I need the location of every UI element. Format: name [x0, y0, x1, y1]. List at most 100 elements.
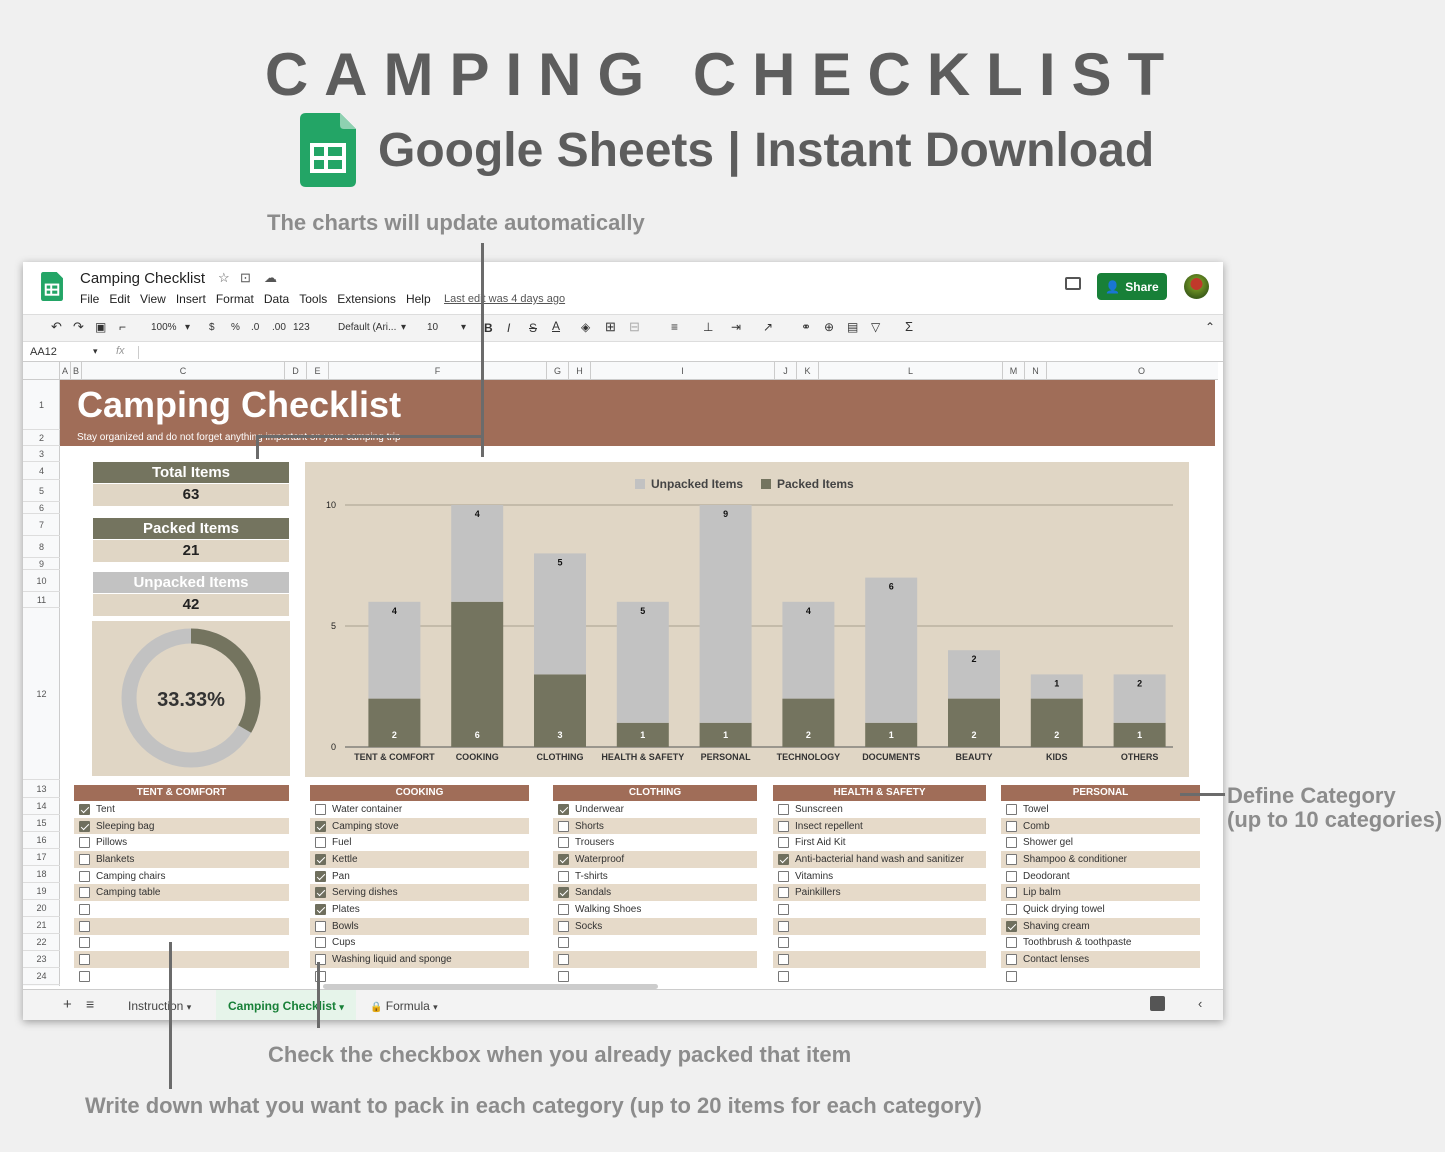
packed-checkbox[interactable] [558, 853, 569, 865]
packed-checkbox[interactable] [778, 853, 789, 865]
menu-tools[interactable]: Tools [299, 292, 327, 306]
menu-insert[interactable]: Insert [176, 292, 206, 306]
row-header-6[interactable]: 6 [23, 502, 60, 514]
item-label[interactable]: Underwear [575, 804, 624, 815]
row-header-19[interactable]: 19 [23, 883, 60, 900]
add-sheet-button[interactable]: + [63, 996, 72, 1013]
item-label[interactable]: Painkillers [795, 887, 841, 898]
share-button[interactable]: 👤 Share [1097, 273, 1167, 300]
menu-help[interactable]: Help [406, 292, 431, 306]
column-header-b[interactable]: B [71, 362, 82, 380]
packed-checkbox[interactable] [79, 887, 90, 899]
row-header-8[interactable]: 8 [23, 536, 60, 558]
row-header-9[interactable]: 9 [23, 558, 60, 570]
item-label[interactable]: Bowls [332, 921, 359, 932]
packed-checkbox[interactable] [315, 820, 326, 832]
item-label[interactable]: Pan [332, 871, 350, 882]
row-header-11[interactable]: 11 [23, 592, 60, 608]
packed-checkbox[interactable] [778, 887, 789, 899]
item-label[interactable]: Sunscreen [795, 804, 843, 815]
functions-button[interactable]: Σ [905, 319, 913, 334]
item-label[interactable]: Towel [1023, 804, 1049, 815]
row-header-10[interactable]: 10 [23, 570, 60, 592]
packed-checkbox[interactable] [315, 937, 326, 949]
row-header-18[interactable]: 18 [23, 866, 60, 883]
last-edit-link[interactable]: Last edit was 4 days ago [444, 293, 565, 305]
name-box[interactable]: AA12 [30, 346, 57, 358]
item-label[interactable]: Sandals [575, 887, 611, 898]
category-header[interactable]: HEALTH & SAFETY [773, 785, 986, 801]
row-header-17[interactable]: 17 [23, 849, 60, 866]
item-label[interactable]: Serving dishes [332, 887, 398, 898]
item-label[interactable]: Shampoo & conditioner [1023, 854, 1127, 865]
row-header-14[interactable]: 14 [23, 798, 60, 815]
all-sheets-button[interactable]: ≡ [86, 996, 94, 1012]
packed-checkbox[interactable] [1006, 903, 1017, 915]
packed-checkbox[interactable] [315, 920, 326, 932]
packed-checkbox[interactable] [315, 803, 326, 815]
item-label[interactable]: Plates [332, 904, 360, 915]
align-vertical-icon[interactable]: ⊥ [703, 320, 713, 334]
explore-icon[interactable] [1150, 996, 1165, 1011]
sheet-grid[interactable]: Camping Checklist Stay organized and do … [60, 380, 1215, 986]
column-header-c[interactable]: C [82, 362, 285, 380]
column-header-l[interactable]: L [819, 362, 1003, 380]
row-header-5[interactable]: 5 [23, 480, 60, 502]
packed-checkbox[interactable] [79, 937, 90, 949]
category-header[interactable]: PERSONAL [1001, 785, 1200, 801]
packed-checkbox[interactable] [315, 870, 326, 882]
packed-checkbox[interactable] [1006, 803, 1017, 815]
item-label[interactable]: Deodorant [1023, 871, 1070, 882]
column-header-f[interactable]: F [329, 362, 547, 380]
avatar[interactable] [1184, 274, 1209, 299]
packed-checkbox[interactable] [558, 970, 569, 982]
item-label[interactable]: Camping table [96, 887, 160, 898]
packed-checkbox[interactable] [1006, 937, 1017, 949]
item-label[interactable]: Fuel [332, 837, 351, 848]
item-label[interactable]: Blankets [96, 854, 134, 865]
row-header-16[interactable]: 16 [23, 832, 60, 849]
item-label[interactable]: First Aid Kit [795, 837, 846, 848]
packed-checkbox[interactable] [315, 837, 326, 849]
column-header-o[interactable]: O [1047, 362, 1223, 380]
column-header-a[interactable]: A [60, 362, 71, 380]
fill-color-icon[interactable]: ◈ [581, 320, 590, 334]
link-icon[interactable]: ⚭ [801, 320, 811, 334]
item-label[interactable]: Anti-bacterial hand wash and sanitizer [795, 854, 964, 865]
item-label[interactable]: Kettle [332, 854, 358, 865]
merge-cells-icon[interactable]: ⊟ [629, 319, 640, 335]
column-header-k[interactable]: K [797, 362, 819, 380]
item-label[interactable]: Pillows [96, 837, 127, 848]
packed-checkbox[interactable] [778, 820, 789, 832]
packed-checkbox[interactable] [558, 820, 569, 832]
increase-decimal-button[interactable]: .00 [272, 322, 286, 333]
packed-checkbox[interactable] [778, 937, 789, 949]
column-header-d[interactable]: D [285, 362, 307, 380]
column-header-m[interactable]: M [1003, 362, 1025, 380]
comment-icon[interactable] [1065, 277, 1081, 290]
item-label[interactable]: Toothbrush & toothpaste [1023, 937, 1131, 948]
packed-checkbox[interactable] [778, 954, 789, 966]
strikethrough-button[interactable]: S [529, 321, 537, 335]
row-header-15[interactable]: 15 [23, 815, 60, 832]
item-label[interactable]: Trousers [575, 837, 614, 848]
chevron-down-icon[interactable]: ▾ [185, 322, 190, 333]
packed-checkbox[interactable] [558, 903, 569, 915]
row-header-4[interactable]: 4 [23, 462, 60, 480]
packed-checkbox[interactable] [79, 903, 90, 915]
column-header-j[interactable]: J [775, 362, 797, 380]
italic-button[interactable]: I [507, 321, 510, 335]
item-label[interactable]: Shorts [575, 821, 604, 832]
collapse-chevron-icon[interactable]: ⌃ [1205, 320, 1215, 334]
item-label[interactable]: Shaving cream [1023, 921, 1090, 932]
item-label[interactable]: Camping chairs [96, 871, 165, 882]
row-header-20[interactable]: 20 [23, 900, 60, 917]
item-label[interactable]: Quick drying towel [1023, 904, 1105, 915]
item-label[interactable]: Washing liquid and sponge [332, 954, 452, 965]
sheets-logo-icon[interactable] [41, 272, 63, 306]
font-size-input[interactable]: 10 [427, 322, 438, 333]
menu-file[interactable]: File [80, 292, 99, 306]
item-label[interactable]: Sleeping bag [96, 821, 154, 832]
chevron-down-icon[interactable]: ▾ [461, 322, 466, 333]
text-wrap-icon[interactable]: ⇥ [731, 320, 741, 334]
